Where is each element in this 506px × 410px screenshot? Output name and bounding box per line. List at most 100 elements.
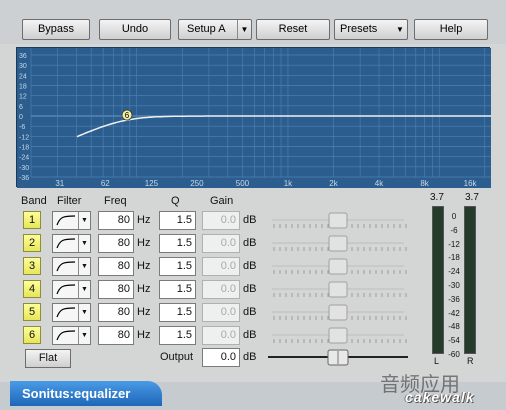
q-field[interactable]: 1.5 <box>159 326 196 345</box>
gain-slider-thumb <box>328 304 348 321</box>
right-meter-bar <box>464 206 476 354</box>
chevron-down-icon: ▼ <box>78 258 90 275</box>
q-field[interactable]: 1.5 <box>159 303 196 322</box>
gain-field[interactable]: 0.0 <box>202 211 240 230</box>
band-marker-label: 6 <box>125 111 130 120</box>
gain-slider[interactable] <box>268 257 408 276</box>
gain-slider-track <box>272 258 407 275</box>
chevron-down-icon: ▼ <box>78 281 90 298</box>
setup-dropdown[interactable]: Setup A ▼ <box>178 19 252 40</box>
filter-type-dropdown[interactable]: ▼ <box>52 280 91 299</box>
flat-button[interactable]: Flat <box>25 349 71 368</box>
gain-slider-thumb <box>328 235 348 252</box>
filter-type-dropdown[interactable]: ▼ <box>52 303 91 322</box>
y-axis-label: 30 <box>19 63 27 70</box>
gain-field[interactable]: 0.0 <box>202 257 240 276</box>
meter-scale-label: -36 <box>448 294 460 304</box>
bypass-button[interactable]: Bypass <box>22 19 90 40</box>
x-axis-label: 2k <box>329 179 338 188</box>
x-axis-label: 500 <box>236 179 250 188</box>
freq-field[interactable]: 80 <box>98 326 134 345</box>
x-axis-label: 125 <box>145 179 159 188</box>
left-meter-bar <box>432 206 444 354</box>
meter-scale-label: -60 <box>448 350 460 359</box>
y-axis-label: 36 <box>19 53 27 60</box>
filter-type-dropdown[interactable]: ▼ <box>52 326 91 345</box>
filter-type-dropdown[interactable]: ▼ <box>52 211 91 230</box>
right-channel-label: R <box>467 356 474 366</box>
freq-field[interactable]: 80 <box>98 211 134 230</box>
presets-dropdown[interactable]: Presets ▼ <box>334 19 408 40</box>
gain-unit: dB <box>243 283 257 295</box>
eq-graph-canvas[interactable]: 36 30 24 18 12 6 0 -6 -12 -18 -24 -30 -36 31 62 125 250 5… <box>17 48 491 188</box>
meter-scale-label: 0 <box>451 212 457 221</box>
meter-scale-label: -6 <box>450 225 458 235</box>
gain-unit: dB <box>243 237 257 249</box>
meter-scale-label: -54 <box>448 336 460 346</box>
output-gain-slider[interactable] <box>268 348 408 367</box>
gain-slider-track <box>272 304 407 321</box>
gain-field[interactable]: 0.0 <box>202 234 240 253</box>
gain-slider-track <box>272 235 407 252</box>
freq-unit: Hz <box>137 237 151 249</box>
help-button[interactable]: Help <box>414 19 488 40</box>
gain-slider[interactable] <box>268 234 408 253</box>
meter-scale-label: -30 <box>448 281 460 290</box>
freq-field[interactable]: 80 <box>98 257 134 276</box>
gain-unit: dB <box>243 260 257 272</box>
output-slider-track <box>268 349 408 366</box>
gain-slider-thumb <box>328 258 348 275</box>
y-axis-label: -18 <box>19 145 29 152</box>
gain-slider-thumb <box>328 212 348 229</box>
filter-header: Filter <box>57 195 82 207</box>
y-axis-label: -36 <box>19 175 29 182</box>
highpass-filter-icon <box>56 307 76 318</box>
x-axis-label: 8k <box>420 179 429 188</box>
gain-unit: dB <box>243 329 257 341</box>
gain-slider[interactable] <box>268 211 408 230</box>
band-button[interactable]: 4 <box>23 280 41 298</box>
filter-type-dropdown[interactable]: ▼ <box>52 234 91 253</box>
freq-header: Freq <box>104 195 127 207</box>
undo-button[interactable]: Undo <box>99 19 171 40</box>
y-axis-label: -6 <box>19 124 25 131</box>
gain-slider[interactable] <box>268 303 408 322</box>
gain-slider-track <box>272 281 407 298</box>
freq-field[interactable]: 80 <box>98 280 134 299</box>
output-gain-field[interactable]: 0.0 <box>202 348 240 367</box>
gain-slider-track <box>272 327 407 344</box>
filter-type-dropdown[interactable]: ▼ <box>52 257 91 276</box>
cakewalk-logo: cakewalk <box>405 389 475 405</box>
highpass-filter-icon <box>56 238 76 249</box>
q-field[interactable]: 1.5 <box>159 211 196 230</box>
freq-unit: Hz <box>137 260 151 272</box>
reset-button[interactable]: Reset <box>256 19 330 40</box>
band-button[interactable]: 5 <box>23 303 41 321</box>
q-field[interactable]: 1.5 <box>159 234 196 253</box>
gain-field[interactable]: 0.0 <box>202 280 240 299</box>
band-button[interactable]: 6 <box>23 326 41 344</box>
level-meters: 3.7 3.7 0 -6 -12 -18 -24 -30 -36 -42 -48 -54 -60 L… <box>418 192 492 368</box>
band-button[interactable]: 2 <box>23 234 41 252</box>
setup-label: Setup A <box>187 23 226 35</box>
output-unit: dB <box>243 351 257 363</box>
gain-slider[interactable] <box>268 326 408 345</box>
gain-slider[interactable] <box>268 280 408 299</box>
highpass-filter-icon <box>56 330 76 341</box>
gain-field[interactable]: 0.0 <box>202 326 240 345</box>
q-header: Q <box>171 195 180 207</box>
highpass-filter-icon <box>56 284 76 295</box>
y-axis-label: -24 <box>19 155 29 162</box>
gain-field[interactable]: 0.0 <box>202 303 240 322</box>
q-field[interactable]: 1.5 <box>159 257 196 276</box>
freq-field[interactable]: 80 <box>98 234 134 253</box>
gain-unit: dB <box>243 214 257 226</box>
band-button[interactable]: 1 <box>23 211 41 229</box>
freq-field[interactable]: 80 <box>98 303 134 322</box>
x-axis-label: 4k <box>375 179 384 188</box>
gain-slider-thumb <box>328 281 348 298</box>
band-button[interactable]: 3 <box>23 257 41 275</box>
eq-graph[interactable]: 36 30 24 18 12 6 0 -6 -12 -18 -24 -30 -36 31 62 125 250 5… <box>16 47 491 188</box>
q-field[interactable]: 1.5 <box>159 280 196 299</box>
y-axis-label: -30 <box>19 165 29 172</box>
